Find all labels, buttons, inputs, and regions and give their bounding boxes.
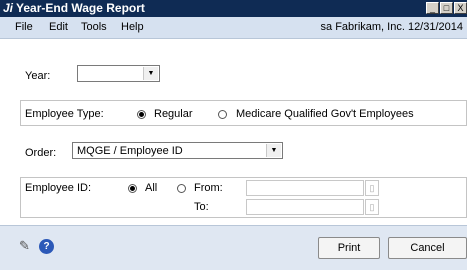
order-label: Order:: [25, 147, 57, 159]
session-info: sa Fabrikam, Inc. 12/31/2014: [320, 21, 463, 33]
radio-from[interactable]: [177, 184, 186, 193]
menu-bar: File Edit Tools Help sa Fabrikam, Inc. 1…: [0, 17, 467, 39]
close-button[interactable]: X: [454, 2, 467, 14]
to-field[interactable]: [246, 199, 364, 215]
print-button[interactable]: Print: [318, 237, 380, 259]
year-label: Year:: [25, 70, 51, 82]
title-bar: Ji Year-End Wage Report _ □ X: [0, 0, 467, 17]
maximize-button[interactable]: □: [440, 2, 453, 14]
employee-type-label: Employee Type:: [25, 108, 104, 120]
window-title: Year-End Wage Report: [16, 1, 145, 15]
menu-file[interactable]: File: [15, 21, 33, 33]
lookup-icon[interactable]: ▯: [365, 180, 379, 196]
from-label[interactable]: From:: [194, 182, 223, 194]
to-label: To:: [194, 201, 209, 213]
note-icon[interactable]: ✎: [19, 238, 30, 254]
regular-label[interactable]: Regular: [154, 108, 193, 120]
menu-help[interactable]: Help: [121, 21, 144, 33]
year-dropdown[interactable]: ▼: [77, 65, 160, 82]
employee-id-label: Employee ID:: [25, 182, 92, 194]
order-value: MQGE / Employee ID: [77, 145, 183, 157]
all-label[interactable]: All: [145, 182, 157, 194]
menu-edit[interactable]: Edit: [49, 21, 68, 33]
minimize-button[interactable]: _: [426, 2, 439, 14]
chevron-down-icon[interactable]: ▼: [143, 67, 158, 80]
medicare-gov-label[interactable]: Medicare Qualified Gov't Employees: [236, 108, 414, 120]
window-app-icon: Ji: [3, 1, 14, 15]
order-dropdown[interactable]: MQGE / Employee ID ▼: [72, 142, 283, 159]
radio-regular[interactable]: [137, 110, 146, 119]
footer-bar: ✎ ? Print Cancel: [0, 225, 467, 270]
radio-medicare-gov[interactable]: [218, 110, 227, 119]
lookup-icon[interactable]: ▯: [365, 199, 379, 215]
cancel-button[interactable]: Cancel: [388, 237, 467, 259]
radio-all[interactable]: [128, 184, 137, 193]
help-icon[interactable]: ?: [39, 239, 54, 254]
from-field[interactable]: [246, 180, 364, 196]
chevron-down-icon[interactable]: ▼: [266, 144, 281, 157]
menu-tools[interactable]: Tools: [81, 21, 107, 33]
